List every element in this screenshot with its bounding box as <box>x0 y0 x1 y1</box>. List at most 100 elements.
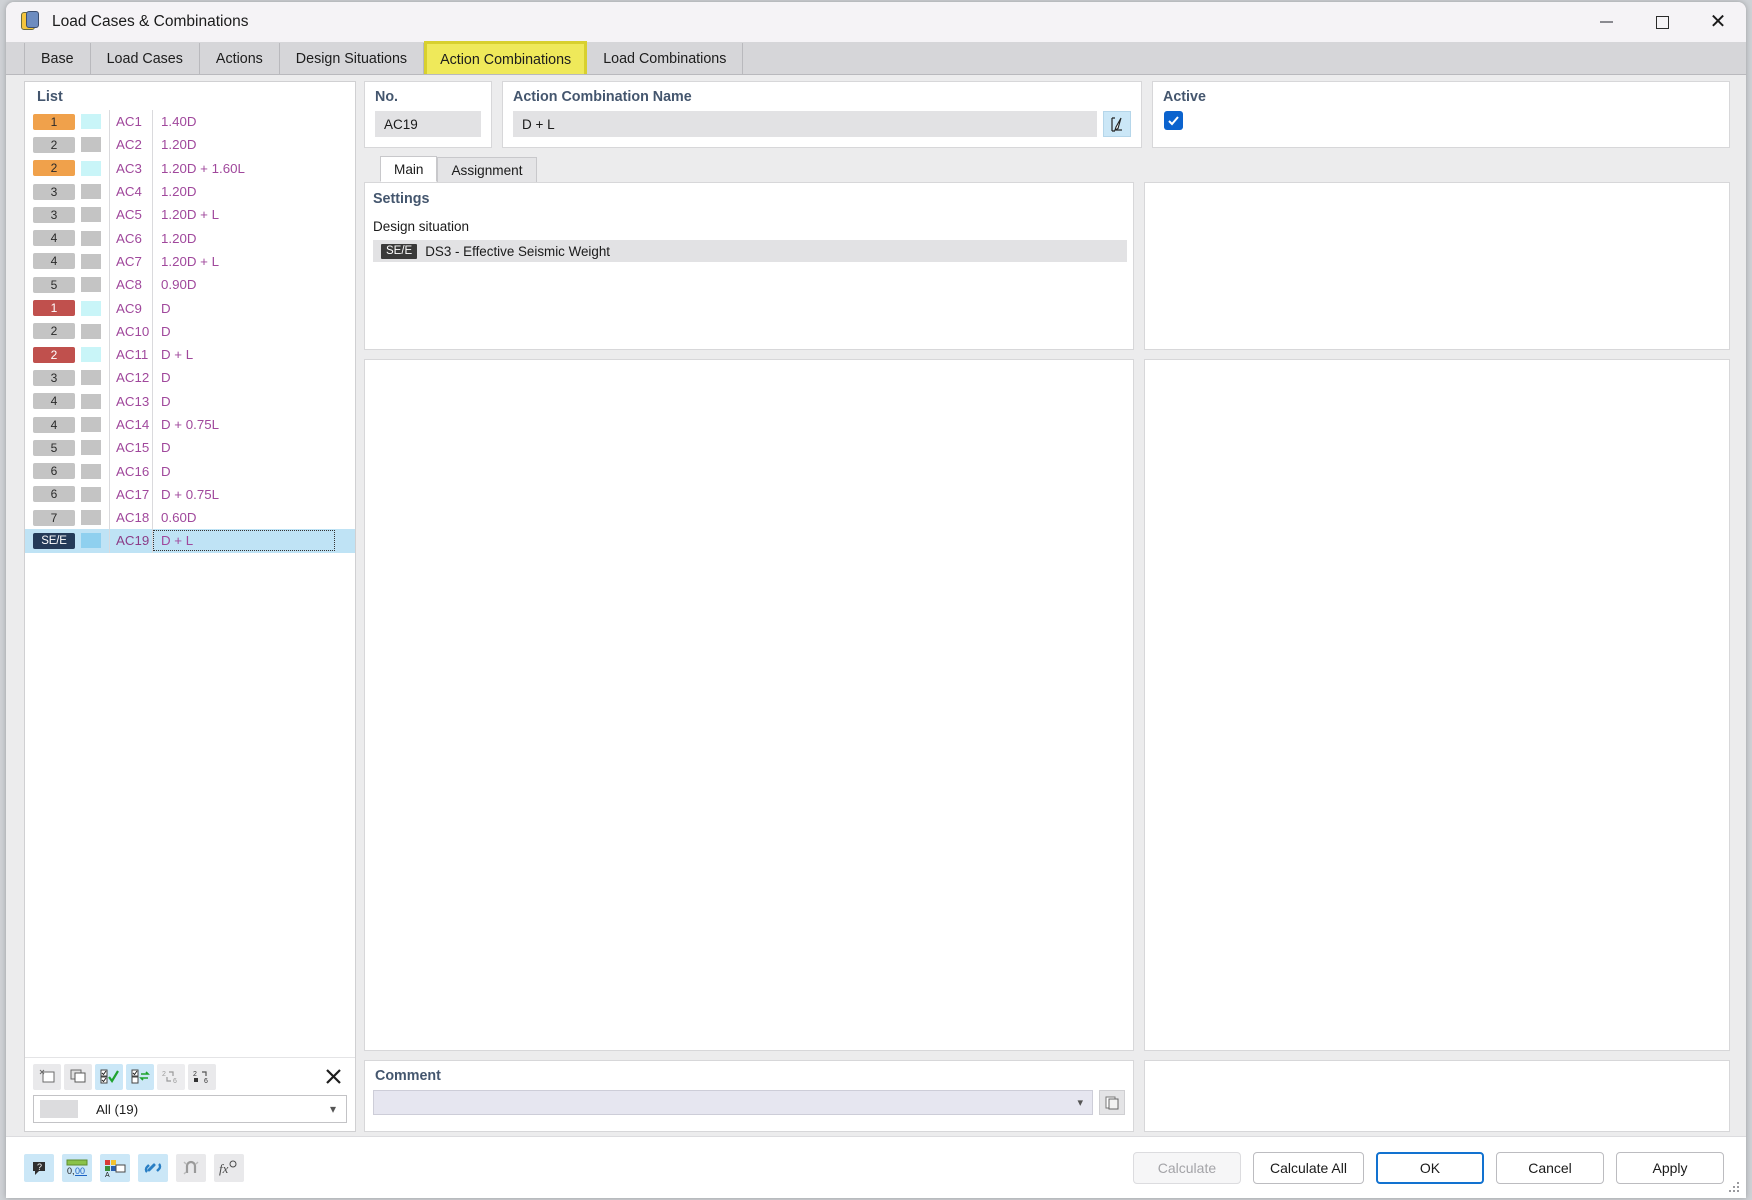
row-color-swatch <box>81 440 101 456</box>
tab-assignment[interactable]: Assignment <box>437 157 537 182</box>
row-expression: 1.20D <box>161 137 197 153</box>
design-situation-badge: SE/E <box>381 243 418 259</box>
list-item[interactable]: 5 AC15 D <box>25 436 355 460</box>
snap-icon[interactable] <box>176 1153 206 1182</box>
detail-header-row: No. AC19 Action Combination Name D + L A… <box>364 81 1730 148</box>
delete-button[interactable] <box>319 1064 347 1090</box>
list-item[interactable]: 2 AC2 1.20D <box>25 133 355 157</box>
row-color-swatch <box>81 184 101 200</box>
minimize-button[interactable] <box>1578 2 1634 42</box>
apply-button[interactable]: Apply <box>1616 1151 1724 1184</box>
row-number: AC11 <box>116 347 149 363</box>
list-item[interactable]: 1 AC1 1.40D <box>25 110 355 134</box>
row-color-swatch <box>81 533 101 549</box>
copy-icon[interactable] <box>1099 1090 1125 1115</box>
invert-selection-button[interactable] <box>126 1063 154 1090</box>
no-field[interactable]: AC19 <box>375 111 481 137</box>
list-filter[interactable]: All (19) ▾ <box>33 1095 347 1123</box>
tab-load-combinations[interactable]: Load Combinations <box>587 43 744 74</box>
detail-panes: Settings Design situation SE/E DS3 - Eff… <box>364 182 1730 1132</box>
maximize-button[interactable] <box>1634 2 1690 42</box>
row-number: AC17 <box>116 486 150 502</box>
tab-action-combinations[interactable]: Action Combinations <box>424 41 588 75</box>
row-number: AC14 <box>116 417 150 432</box>
tab-base[interactable]: Base <box>24 43 91 74</box>
units-icon[interactable]: 0, 00 <box>62 1153 92 1182</box>
list-item[interactable]: 5 AC8 0.90D <box>25 273 355 297</box>
help-icon[interactable]: ? <box>24 1153 54 1182</box>
link-icon[interactable] <box>138 1153 168 1182</box>
list-item[interactable]: 3 AC5 1.20D + L <box>25 203 355 227</box>
new-item-button[interactable] <box>33 1063 61 1090</box>
list-item[interactable]: 6 AC17 D + 0.75L <box>25 482 355 507</box>
list-item[interactable]: 2 AC11 D + L <box>25 342 355 367</box>
row-number: AC19 <box>116 533 150 549</box>
select-all-button[interactable] <box>95 1063 123 1090</box>
row-badge: 5 <box>33 276 75 293</box>
row-expression[interactable]: D + L <box>153 530 335 552</box>
row-number: AC13 <box>116 393 150 409</box>
calculate-button[interactable]: Calculate <box>1132 1151 1241 1184</box>
row-number: AC1 <box>116 114 142 130</box>
row-badge: 3 <box>33 369 75 386</box>
tab-design-situations[interactable]: Design Situations <box>279 43 425 74</box>
svg-text:2: 2 <box>162 1071 166 1078</box>
comment-label: Comment <box>375 1068 441 1084</box>
tab-load-cases[interactable]: Load Cases <box>90 43 200 74</box>
row-expression: D + 0.75L <box>161 417 220 432</box>
row-expression: D <box>161 463 171 479</box>
row-badge: 4 <box>33 253 75 270</box>
row-expression: D <box>161 300 171 316</box>
settings-side-pane <box>1144 182 1730 350</box>
row-number: AC8 <box>116 277 142 293</box>
svg-text:?: ? <box>37 1162 42 1172</box>
formula-icon[interactable]: fx <box>214 1153 244 1182</box>
row-number: AC6 <box>116 230 142 246</box>
row-color-swatch <box>81 137 101 153</box>
name-input[interactable]: D + L <box>513 111 1097 137</box>
row-color-swatch <box>81 253 101 269</box>
row-number: AC18 <box>116 510 150 526</box>
list-item[interactable]: 3 AC4 1.20D <box>25 179 355 204</box>
colors-icon[interactable]: A <box>100 1153 130 1182</box>
chevron-down-icon[interactable]: ▾ <box>1077 1096 1083 1109</box>
close-button[interactable]: ✕ <box>1690 2 1746 42</box>
renumber-button[interactable]: 2 6 <box>157 1063 185 1090</box>
tab-actions[interactable]: Actions <box>199 43 280 74</box>
list-item[interactable]: 2 AC3 1.20D + 1.60L <box>25 156 355 180</box>
list-item[interactable]: 4 AC7 1.20D + L <box>25 249 355 274</box>
list-item[interactable]: 4 AC6 1.20D <box>25 226 355 250</box>
row-number: AC5 <box>116 207 142 223</box>
design-situation-row[interactable]: SE/E DS3 - Effective Seismic Weight <box>373 240 1127 262</box>
main-side-empty-pane <box>1144 359 1730 1051</box>
chevron-down-icon[interactable]: ▾ <box>330 1102 336 1116</box>
list-item[interactable]: 7 AC18 0.60D <box>25 506 355 530</box>
active-checkbox[interactable] <box>1164 111 1183 130</box>
calculate-all-button[interactable]: Calculate All <box>1252 1151 1364 1184</box>
list-item[interactable]: 3 AC12 D <box>25 366 355 390</box>
resize-grip[interactable] <box>1729 1182 1741 1194</box>
cancel-button[interactable]: Cancel <box>1496 1151 1604 1184</box>
row-number: AC2 <box>116 137 142 153</box>
duplicate-item-button[interactable] <box>64 1063 92 1090</box>
list-item[interactable]: 4 AC14 D + 0.75L <box>25 412 355 437</box>
list-item[interactable]: 1 AC9 D <box>25 296 355 320</box>
list-item[interactable]: 4 AC13 D <box>25 389 355 413</box>
detail-tab-strip: Main Assignment <box>364 156 1730 182</box>
tab-main[interactable]: Main <box>380 156 438 182</box>
set-number-button[interactable]: 2 6 <box>188 1063 216 1090</box>
row-number: AC3 <box>116 160 142 176</box>
dialog-window: Load Cases & Combinations ✕ Base Load Ca… <box>6 2 1746 1198</box>
list-item[interactable]: SE/E AC19 D + L <box>25 529 355 553</box>
row-expression: D <box>161 370 171 386</box>
list-item[interactable]: 6 AC16 D <box>25 459 355 483</box>
row-number: AC7 <box>116 253 142 269</box>
edit-pencil-icon[interactable] <box>1103 111 1131 137</box>
combination-list[interactable]: 1 AC1 1.40D 2 AC2 1.20D 2 AC3 1.20D + 1.60L 3 AC4 1… <box>25 110 355 1057</box>
ok-button[interactable]: OK <box>1376 1151 1484 1184</box>
settings-title: Settings <box>373 191 430 207</box>
list-title: List <box>37 89 63 105</box>
detail-area: No. AC19 Action Combination Name D + L A… <box>364 81 1730 1132</box>
comment-input[interactable]: ▾ <box>373 1090 1093 1115</box>
list-item[interactable]: 2 AC10 D <box>25 319 355 343</box>
